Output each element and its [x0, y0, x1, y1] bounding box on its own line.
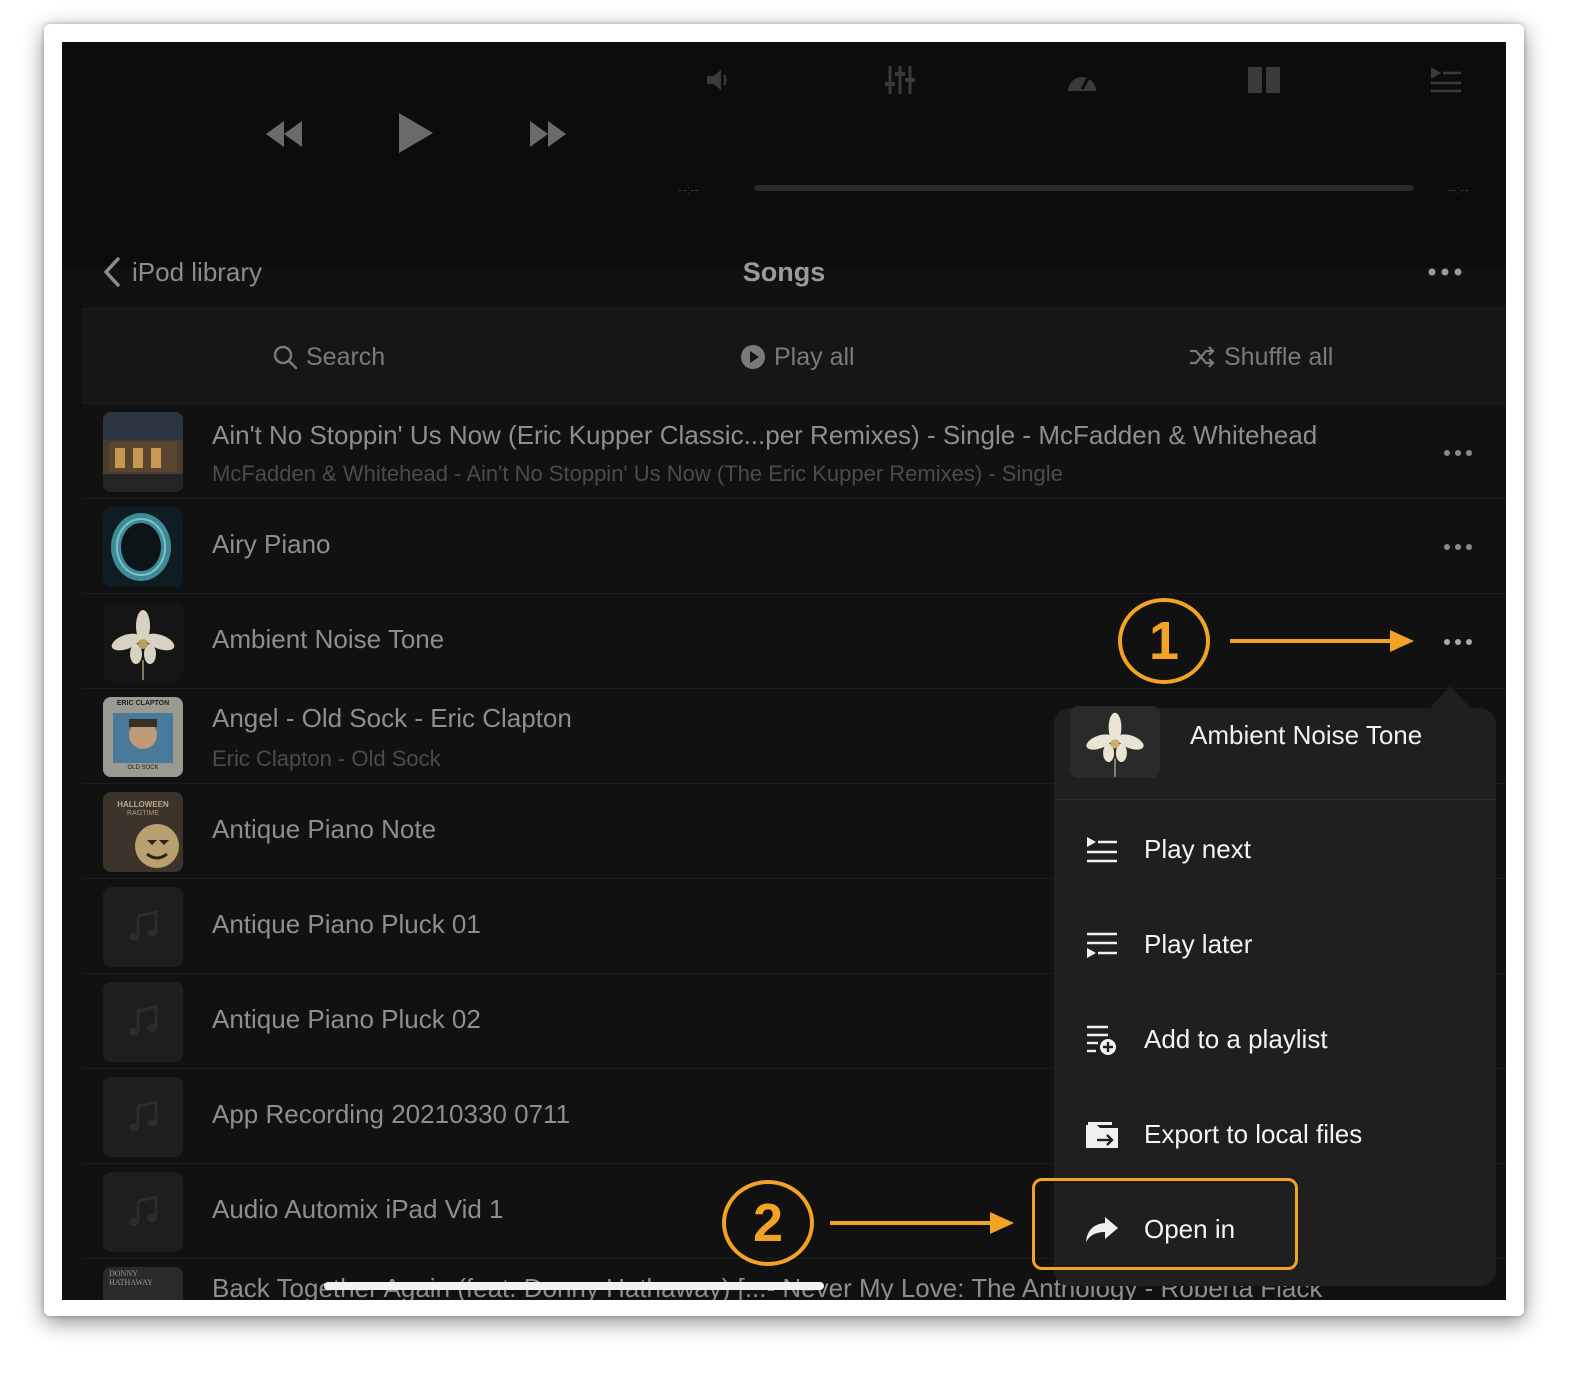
list-item[interactable]: Airy Piano [82, 499, 1506, 594]
menu-caret [1428, 686, 1472, 710]
song-title: Ain't No Stoppin' Us Now (Eric Kupper Cl… [212, 420, 1318, 450]
navigation-bar: iPod library Songs [62, 242, 1506, 308]
remaining-time: --:-- [1448, 182, 1469, 197]
annotation-highlight-open-in [1032, 1178, 1298, 1270]
shuffle-all-label: Shuffle all [1224, 342, 1334, 371]
play-circle-icon [741, 345, 765, 369]
album-art [103, 602, 183, 682]
home-indicator [324, 1282, 824, 1290]
flower-icon [1086, 712, 1144, 777]
menu-header: Ambient Noise Tone [1054, 706, 1496, 800]
album-art [103, 1077, 183, 1157]
row-more-button[interactable] [1436, 627, 1480, 657]
app-screen: --:-- --:-- iPod library Songs Search Pl… [62, 42, 1506, 1300]
progress-bar[interactable] [754, 185, 1414, 191]
split-view-icon[interactable] [1242, 58, 1286, 102]
search-button[interactable]: Search [272, 337, 385, 377]
album-art: HALLOWEEN RAGTIME [103, 792, 183, 872]
menu-item-label: Export to local files [1144, 1119, 1363, 1149]
album-art [103, 887, 183, 967]
annotation-step-1: 1 [1118, 598, 1210, 684]
speedometer-icon[interactable] [1060, 58, 1104, 102]
music-note-icon [129, 1100, 158, 1131]
play-all-button[interactable]: Play all [740, 337, 855, 377]
play-later-icon [1084, 927, 1120, 963]
song-subtitle: Eric Clapton - Old Sock [212, 746, 441, 771]
ellipsis-icon [1444, 544, 1472, 550]
song-title: Ambient Noise Tone [212, 624, 445, 654]
play-next-icon [1084, 832, 1120, 868]
menu-item-label: Play later [1144, 929, 1253, 959]
album-art-text: RAGTIME [127, 810, 159, 817]
album-art [103, 412, 183, 492]
row-more-button[interactable] [1436, 438, 1480, 468]
export-folder-icon [1084, 1117, 1120, 1153]
search-label: Search [306, 342, 386, 371]
menu-item-label: Play next [1144, 834, 1251, 864]
ellipsis-icon [1444, 450, 1472, 456]
song-title: Antique Piano Pluck 02 [212, 1004, 481, 1034]
music-note-icon [129, 1195, 158, 1226]
rewind-icon[interactable] [262, 112, 306, 156]
more-options-button[interactable] [1420, 252, 1470, 292]
album-art [103, 507, 183, 587]
album-art-text: OLD SOCK [127, 765, 159, 771]
menu-album-art [1070, 706, 1160, 778]
ellipsis-icon [1444, 639, 1472, 645]
play-icon[interactable] [394, 108, 438, 158]
page-title: Songs [742, 257, 826, 287]
album-art-text: HALLOWEEN [117, 800, 169, 809]
queue-icon[interactable] [1424, 58, 1468, 102]
song-title: App Recording 20210330 0711 [212, 1099, 571, 1129]
song-title: Antique Piano Note [212, 814, 437, 844]
album-art-text: HATHAWAY [109, 1278, 153, 1287]
annotation-step-2: 2 [722, 1180, 814, 1266]
speaker-icon[interactable] [696, 58, 740, 102]
fast-forward-icon[interactable] [526, 112, 570, 156]
equalizer-icon[interactable] [878, 58, 922, 102]
album-art-text: ERIC CLAPTON [116, 700, 170, 707]
music-note-icon [129, 910, 158, 941]
song-title: Angel - Old Sock - Eric Clapton [212, 703, 572, 733]
play-all-label: Play all [774, 342, 855, 371]
menu-item-export-to-local-files[interactable]: Export to local files [1054, 1087, 1496, 1182]
ellipsis-icon [1428, 268, 1462, 276]
song-title: Antique Piano Pluck 01 [212, 909, 481, 939]
menu-song-title: Ambient Noise Tone [1190, 720, 1423, 750]
annotation-arrow-1 [1230, 630, 1414, 652]
album-art: DONNY HATHAWAY [103, 1267, 183, 1300]
menu-item-label: Add to a playlist [1144, 1024, 1328, 1054]
shuffle-all-button[interactable]: Shuffle all [1188, 337, 1333, 377]
add-playlist-icon [1084, 1022, 1120, 1058]
album-art-text: DONNY [109, 1269, 138, 1278]
flower-icon [111, 610, 175, 680]
row-more-button[interactable] [1436, 532, 1480, 562]
player-controls: --:-- --:-- [62, 42, 1506, 267]
album-art [103, 1172, 183, 1252]
shuffle-icon [1190, 346, 1215, 368]
song-title: Airy Piano [212, 529, 331, 559]
elapsed-time: --:-- [678, 182, 699, 197]
music-note-icon [129, 1005, 158, 1036]
album-art [103, 982, 183, 1062]
menu-item-play-next[interactable]: Play next [1054, 802, 1496, 897]
song-subtitle: McFadden & Whitehead - Ain't No Stoppin'… [212, 461, 1063, 486]
album-art: ERIC CLAPTON OLD SOCK [103, 697, 183, 777]
menu-item-add-to-playlist[interactable]: Add to a playlist [1054, 992, 1496, 1087]
search-icon [273, 345, 298, 370]
menu-item-play-later[interactable]: Play later [1054, 897, 1496, 992]
song-title: Audio Automix iPad Vid 1 [212, 1194, 504, 1224]
annotation-arrow-2 [830, 1212, 1014, 1234]
list-item[interactable]: Ain't No Stoppin' Us Now (Eric Kupper Cl… [82, 404, 1506, 499]
list-actions-bar: Search Play all Shuffle all [82, 308, 1506, 404]
